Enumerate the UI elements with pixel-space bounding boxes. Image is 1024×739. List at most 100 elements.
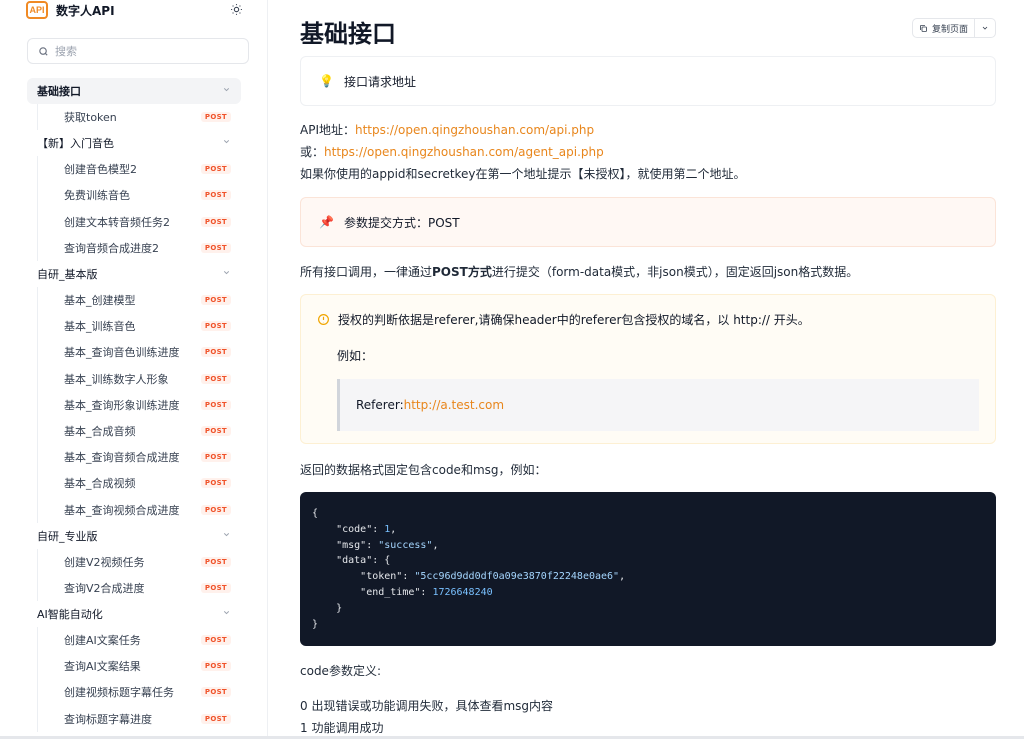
method-badge: POST	[200, 112, 231, 123]
nav-label: 基础接口	[37, 85, 81, 98]
address-note: 如果你使用的appid和secretkey在第一个地址提示【未授权】，就使用第二…	[300, 167, 746, 181]
referer-example-link[interactable]: http://a.test.com	[404, 398, 504, 412]
sidebar-item[interactable]: 获取token POST	[37, 104, 241, 131]
submit-description: 所有接口调用，一律通过POST方式进行提交（form-data模式，非json模…	[300, 263, 858, 280]
theme-toggle-button[interactable]	[228, 0, 244, 18]
info-circle-icon	[318, 314, 329, 325]
copy-page-button[interactable]: 复制页面	[913, 19, 974, 37]
method-badge: POST	[200, 164, 231, 175]
code-definition-title: code参数定义:	[300, 664, 381, 678]
copy-options-dropdown[interactable]	[975, 19, 995, 37]
chevron-down-icon	[222, 530, 231, 542]
method-badge: POST	[200, 321, 231, 332]
or-label: 或：	[300, 145, 325, 159]
method-badge: POST	[200, 504, 231, 515]
sidebar-item[interactable]: 创建AI文案任务 POST	[37, 627, 241, 654]
nav-label: 创建V2视频任务	[64, 555, 145, 569]
sidebar-group[interactable]: AI智能自动化	[27, 601, 241, 627]
callout-text: 参数提交方式：POST	[343, 215, 460, 230]
nav-label: 基本_创建模型	[64, 294, 136, 308]
sidebar-group[interactable]: 基础接口	[27, 78, 241, 104]
chevron-down-icon	[222, 608, 231, 620]
token-key: "token"	[360, 571, 403, 583]
sidebar-item[interactable]: 基本_查询视频合成进度 POST	[37, 496, 241, 523]
submit-text-post: 进行提交（form-data模式，非json模式），固定返回json格式数据。	[491, 265, 859, 279]
submit-text-pre: 所有接口调用，一律通过	[300, 265, 433, 279]
agent-address-line: 或：https://open.qingzhoushan.com/agent_ap…	[300, 143, 604, 160]
nav-label: 基本_训练音色	[64, 320, 136, 334]
token-value: "5cc96d9dd0df0a09e3870f22248e0ae6"	[414, 571, 620, 583]
api-label: API地址：	[300, 123, 355, 137]
sidebar-item[interactable]: 基本_查询音频合成进度 POST	[37, 444, 241, 471]
sidebar-item[interactable]: 查询V2合成进度 POST	[37, 574, 241, 601]
callout-text: 接口请求地址	[343, 74, 416, 89]
code-value: 1	[384, 523, 391, 535]
sidebar-item[interactable]: 查询音频合成进度2 POST	[37, 234, 241, 261]
end-time-value: 1726648240	[432, 586, 493, 598]
nav-label: 自研_专业版	[37, 529, 98, 543]
sidebar-group[interactable]: 自研_基本版	[27, 261, 241, 287]
method-badge: POST	[200, 582, 231, 593]
nav-label: 基本_查询形象训练进度	[64, 398, 180, 412]
chevron-down-icon	[222, 137, 231, 149]
method-badge: POST	[200, 347, 231, 358]
sidebar-group[interactable]: 【新】入门音色	[27, 130, 241, 156]
method-badge: POST	[200, 190, 231, 201]
page-title: 基础接口	[300, 20, 396, 48]
sidebar-item[interactable]: 基本_训练数字人形象 POST	[37, 365, 241, 392]
sidebar-item[interactable]: 查询标题字幕进度 POST	[37, 705, 241, 732]
return-format-text: 返回的数据格式固定包含code和msg，例如：	[300, 463, 547, 477]
method-badge: POST	[200, 661, 231, 672]
sidebar-item[interactable]: 基本_查询音色训练进度 POST	[37, 339, 241, 366]
search-input[interactable]	[55, 44, 225, 58]
method-badge: POST	[200, 713, 231, 724]
agent-api-url-link[interactable]: https://open.qingzhoushan.com/agent_api.…	[324, 145, 604, 159]
search-box[interactable]	[27, 38, 249, 64]
nav-label: 基本_查询音频合成进度	[64, 451, 180, 465]
example-label: 例如：	[337, 349, 374, 363]
sidebar: API 数字人API 基础接口获取token POST 【新】入门音色创建音色模型2…	[0, 0, 268, 739]
sidebar-item[interactable]: 基本_创建模型 POST	[37, 286, 241, 314]
nav-label: 创建视频标题字幕任务	[64, 686, 174, 700]
sidebar-item[interactable]: 基本_合成音频 POST	[37, 417, 241, 445]
method-badge: POST	[200, 556, 231, 567]
main-content: 基础接口 复制页面 💡 接口请求地址 API地址：https://open.qi…	[300, 0, 996, 739]
referer-example: Referer: http://a.test.com	[337, 379, 979, 431]
nav-label: 创建AI文案任务	[64, 634, 141, 648]
sidebar-item[interactable]: 创建音色模型2 POST	[37, 156, 241, 183]
code-zero-definition: 0 出现错误或功能调用失败，具体查看msg内容	[300, 699, 554, 713]
submit-text-bold: POST方式	[432, 265, 492, 279]
sidebar-item[interactable]: 创建V2视频任务 POST	[37, 548, 241, 575]
callout-referer-warning: 授权的判断依据是referer,请确保header中的referer包含授权的域…	[300, 294, 996, 444]
search-icon	[39, 46, 48, 56]
nav-label: 查询AI文案结果	[64, 660, 141, 674]
sidebar-item[interactable]: 免费训练音色 POST	[37, 182, 241, 209]
api-url-link[interactable]: https://open.qingzhoushan.com/api.php	[355, 123, 594, 137]
nav-label: 获取token	[64, 111, 117, 125]
sun-icon	[230, 3, 242, 15]
callout-submit-method: 📌 参数提交方式：POST	[300, 197, 996, 247]
sidebar-group[interactable]: 自研_专业版	[27, 523, 241, 549]
method-badge: POST	[200, 242, 231, 253]
method-badge: POST	[200, 452, 231, 463]
code-one-definition: 1 功能调用成功	[300, 721, 384, 735]
method-badge: POST	[200, 399, 231, 410]
code-block[interactable]: { "code": 1, "msg": "success", "data": {…	[300, 492, 996, 646]
method-badge: POST	[200, 425, 231, 436]
sidebar-item[interactable]: 基本_查询形象训练进度 POST	[37, 391, 241, 418]
nav-label: 创建文本转音频任务2	[64, 215, 170, 229]
sidebar-item[interactable]: 查询AI文案结果 POST	[37, 653, 241, 680]
method-badge: POST	[200, 478, 231, 489]
copy-page-label: 复制页面	[931, 24, 968, 35]
brand[interactable]: API 数字人API	[26, 0, 115, 20]
sidebar-item[interactable]: 创建文本转音频任务2 POST	[37, 208, 241, 235]
nav-label: 基本_合成视频	[64, 477, 136, 491]
api-address-line: API地址：https://open.qingzhoushan.com/api.…	[300, 121, 594, 138]
sidebar-item[interactable]: 基本_训练音色 POST	[37, 313, 241, 340]
method-badge: POST	[200, 635, 231, 646]
nav-label: 查询V2合成进度	[64, 581, 145, 595]
sidebar-item[interactable]: 基本_合成视频 POST	[37, 470, 241, 497]
api-logo: API	[26, 1, 48, 19]
sidebar-item[interactable]: 创建视频标题字幕任务 POST	[37, 679, 241, 706]
copy-page-control: 复制页面	[911, 18, 996, 38]
